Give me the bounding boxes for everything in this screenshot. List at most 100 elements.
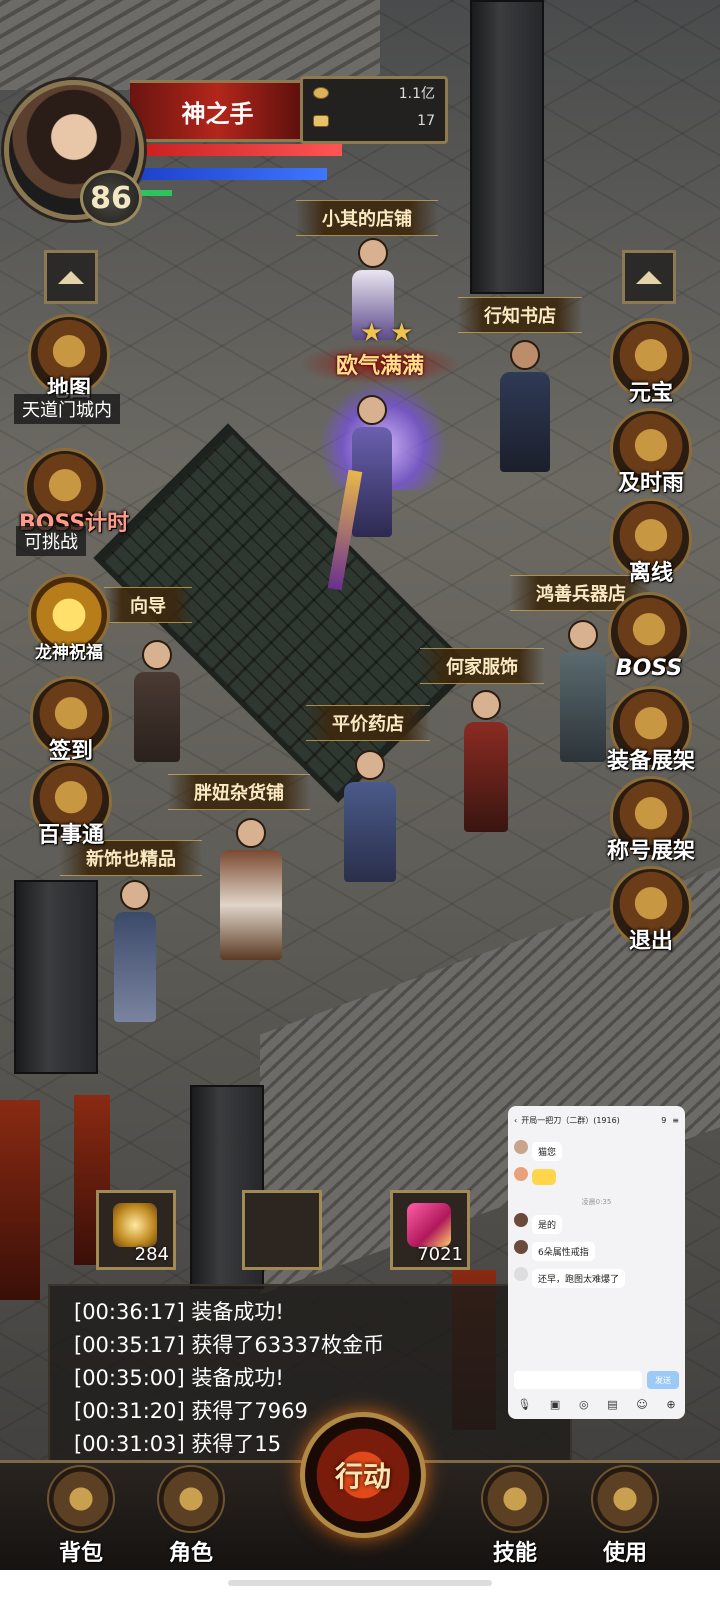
dragon-blessing-button[interactable]: 龙神祝福	[28, 574, 110, 663]
chat-input[interactable]	[514, 1371, 642, 1389]
stone-pillar-right	[470, 0, 544, 294]
log-line: [00:31:20] 获得了7969	[74, 1399, 308, 1423]
menu-icon[interactable]: ≡	[672, 1116, 679, 1125]
character-button[interactable]: 角色	[146, 1465, 236, 1566]
tag-guide[interactable]: 向导	[104, 587, 192, 623]
npc-guide[interactable]	[134, 640, 180, 762]
map-location: 天道门城内	[14, 394, 120, 424]
encyclopedia-button[interactable]: 百事通	[30, 760, 112, 848]
title-rack-button[interactable]: 称号展架	[607, 776, 695, 864]
chevron-up-icon	[58, 270, 84, 284]
send-button[interactable]: 发送	[647, 1371, 679, 1389]
image-icon[interactable]: ▣	[550, 1398, 560, 1411]
currency-panel: 1.1亿 17	[300, 76, 448, 144]
use-label: 使用	[602, 1541, 647, 1566]
hp-bar	[132, 144, 342, 156]
potion-icon	[113, 1203, 157, 1247]
camera-icon[interactable]: ◎	[579, 1398, 589, 1411]
skills-button[interactable]: 技能	[470, 1465, 560, 1566]
npc-pingjia[interactable]	[344, 750, 396, 882]
chat-header: ‹ 开局一把刀（二群）(1916) 9 ≡	[508, 1106, 685, 1134]
npc-hongshan[interactable]	[560, 620, 606, 762]
player-character[interactable]	[352, 395, 392, 537]
skills-label: 技能	[492, 1541, 537, 1566]
player-name: 神之手	[130, 80, 305, 142]
dragon-blessing-label: 龙神祝福	[35, 643, 103, 663]
slot-count: 284	[134, 1244, 169, 1265]
sign-in-button[interactable]: 签到	[30, 676, 112, 764]
chat-timestamp: 凌晨0:35	[581, 1198, 612, 1206]
use-button[interactable]: 使用	[580, 1465, 670, 1566]
chevron-up-icon	[636, 270, 662, 284]
bag-button[interactable]: 背包	[36, 1465, 126, 1566]
scroll-item-icon	[407, 1203, 451, 1247]
yuanbao-button[interactable]: 元宝	[610, 318, 692, 406]
home-indicator[interactable]	[228, 1580, 492, 1586]
chat-overlay[interactable]: ‹ 开局一把刀（二群）(1916) 9 ≡ 猫您 凌晨0:35 是的 6朵属性戒…	[508, 1106, 685, 1419]
chat-message: 还早，跑图太难爆了	[514, 1267, 679, 1288]
chat-title: 开局一把刀（二群）(1916)	[521, 1115, 620, 1125]
chat-bubble: 还早，跑图太难爆了	[532, 1269, 626, 1288]
file-icon[interactable]: ▤	[607, 1398, 617, 1411]
tag-hejia-clothing[interactable]: 何家服饰	[420, 648, 544, 684]
npc-xingzhi[interactable]	[500, 340, 550, 472]
ingot-amount: 17	[417, 113, 435, 129]
npc-hejia[interactable]	[464, 690, 508, 832]
collapse-left-button[interactable]	[44, 250, 98, 304]
chat-message: 6朵属性戒指	[514, 1240, 679, 1261]
action-button[interactable]: 行动	[300, 1412, 426, 1538]
use-item-icon	[591, 1465, 659, 1533]
quick-slot-1[interactable]: 284	[96, 1190, 176, 1270]
skill-book-icon	[481, 1465, 549, 1533]
tag-pingjia-pharmacy[interactable]: 平价药店	[306, 705, 430, 741]
tag-xingzhi-bookstore[interactable]: 行知书店	[458, 297, 582, 333]
avatar	[514, 1167, 528, 1181]
title-rack-label: 称号展架	[606, 839, 695, 864]
boss-timer-button[interactable]: BOSS计时	[19, 448, 129, 536]
avatar	[514, 1240, 528, 1254]
tag-pangniu-general[interactable]: 胖妞杂货铺	[168, 774, 310, 810]
exit-button[interactable]: 退出	[610, 866, 692, 954]
chat-bubble: 猫您	[532, 1142, 563, 1161]
boss-timer-status: 可挑战	[16, 526, 86, 556]
plus-icon[interactable]: ⊕	[666, 1398, 675, 1411]
chat-message	[514, 1167, 679, 1189]
quick-slot-2[interactable]	[242, 1190, 322, 1270]
hero-title: 欧气满满	[300, 344, 460, 384]
boss-button[interactable]: BOSS	[608, 592, 690, 681]
offline-button[interactable]: 离线	[610, 498, 692, 586]
chat-message: 猫您	[514, 1140, 679, 1161]
chat-message: 是的	[514, 1213, 679, 1234]
encyclopedia-label: 百事通	[37, 823, 104, 848]
map-button[interactable]: 地图	[28, 314, 110, 402]
equipment-rack-button[interactable]: 装备展架	[607, 686, 695, 774]
npc-xinshi[interactable]	[114, 880, 156, 1022]
avatar	[514, 1140, 528, 1154]
ingot-icon	[313, 115, 329, 127]
chat-unread-count: 9	[661, 1115, 667, 1125]
jishiyu-label: 及时雨	[617, 471, 684, 496]
log-line: [00:35:17] 获得了63337枚金币	[74, 1333, 385, 1357]
quick-slot-3[interactable]: 7021	[390, 1190, 470, 1270]
emoji-sticker	[532, 1169, 556, 1185]
mp-bar	[132, 168, 327, 180]
slot-count: 7021	[417, 1244, 463, 1265]
boss-label: BOSS	[615, 656, 683, 681]
mic-icon[interactable]: 🎙	[517, 1398, 531, 1411]
chat-toolbar: 🎙 ▣ ◎ ▤ ☺ ⊕	[508, 1398, 685, 1411]
yuanbao-label: 元宝	[628, 381, 673, 406]
npc-pangniu[interactable]	[220, 818, 282, 960]
tag-xiaoqi-shop[interactable]: 小其的店铺	[296, 200, 438, 236]
chat-bubble: 是的	[532, 1215, 563, 1234]
collapse-right-button[interactable]	[622, 250, 676, 304]
emoji-icon[interactable]: ☺	[636, 1398, 647, 1411]
game-scene[interactable]: ★ ★ 欧气满满 小其的店铺 行知书店 向导 鸿善兵器店 何家服饰 平价药店 胖…	[0, 0, 720, 1600]
bag-label: 背包	[58, 1541, 103, 1566]
jishiyu-button[interactable]: 及时雨	[610, 408, 692, 496]
bag-icon	[47, 1465, 115, 1533]
helmet-icon	[157, 1465, 225, 1533]
back-arrow-icon[interactable]: ‹	[514, 1116, 517, 1125]
exit-label: 退出	[628, 929, 673, 954]
chat-bubble: 6朵属性戒指	[532, 1242, 595, 1261]
character-label: 角色	[168, 1541, 213, 1566]
